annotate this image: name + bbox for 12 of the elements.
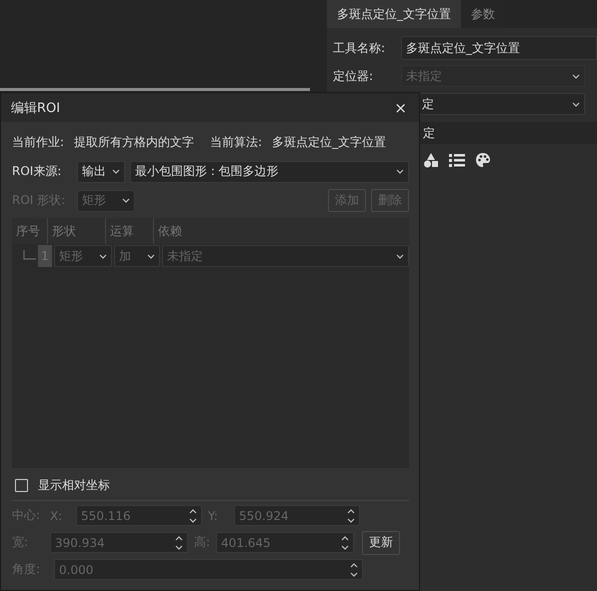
info-label: 当前作业: <box>12 134 64 151</box>
column-header: 形状 <box>48 218 106 244</box>
field-label: 工具名称: <box>333 40 386 56</box>
dialog-title: 编辑ROI <box>11 100 60 116</box>
checkbox-label: 显示相对坐标 <box>38 476 110 494</box>
column-header: 运算 <box>106 218 154 244</box>
field-label: 定位器: <box>333 68 374 84</box>
info-value: 提取所有方格内的文字 <box>74 134 194 151</box>
field-label: ROI来源: <box>12 163 62 180</box>
column-header: 序号 <box>12 218 48 244</box>
info-label: 当前算法: <box>210 134 262 151</box>
column-header: 依赖 <box>157 223 183 240</box>
